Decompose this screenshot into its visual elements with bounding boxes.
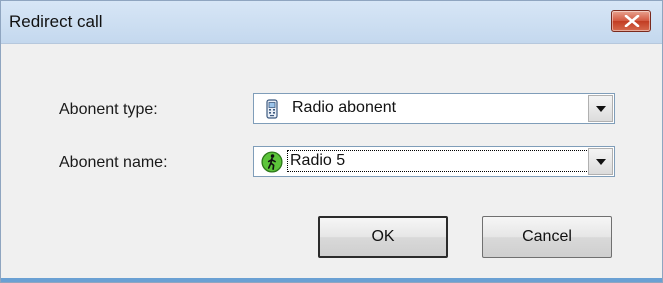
dialog-body: Abonent type: Radio abonent Abonent name…: [1, 44, 662, 282]
abonent-type-value: Radio abonent: [292, 99, 397, 116]
title-bar[interactable]: Redirect call: [1, 1, 662, 44]
chevron-down-icon: [596, 159, 606, 165]
close-icon: [624, 15, 640, 27]
radio-handset-icon: [266, 99, 278, 119]
abonent-name-value: Radio 5: [287, 150, 591, 172]
window-title: Redirect call: [9, 12, 103, 31]
abonent-type-select[interactable]: Radio abonent: [253, 93, 615, 124]
redirect-call-dialog: Redirect call Abonent type: Radio abonen…: [0, 0, 663, 283]
bottom-border-strip: [1, 278, 662, 282]
abonent-type-dropdown-button[interactable]: [588, 95, 613, 122]
close-button[interactable]: [611, 10, 651, 32]
abonent-name-label: Abonent name:: [59, 154, 168, 171]
chevron-down-icon: [596, 106, 606, 112]
walking-person-green-icon: [261, 151, 283, 173]
cancel-button[interactable]: Cancel: [482, 216, 612, 258]
abonent-name-dropdown-button[interactable]: [588, 148, 613, 175]
abonent-type-label: Abonent type:: [59, 101, 158, 118]
ok-button[interactable]: OK: [318, 216, 448, 258]
abonent-name-select[interactable]: Radio 5: [253, 146, 615, 177]
